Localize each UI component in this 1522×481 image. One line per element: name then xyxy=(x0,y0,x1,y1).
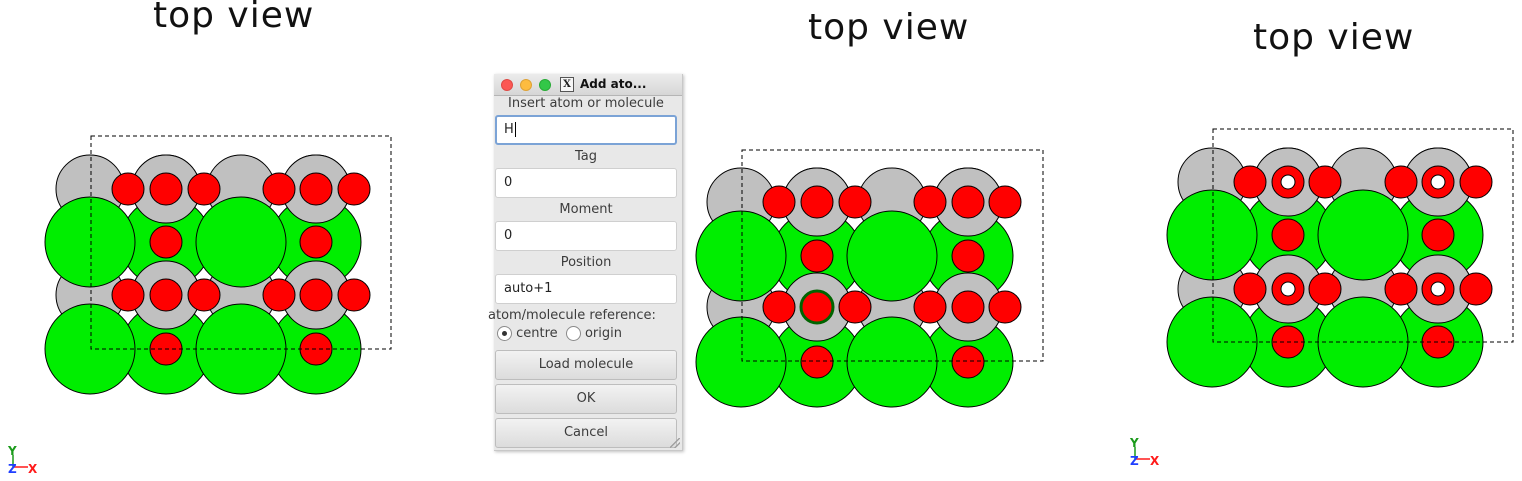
green-atom xyxy=(1166,189,1258,281)
dialog-titlebar[interactable]: X Add ato... xyxy=(494,74,682,96)
white-atom xyxy=(1430,281,1446,297)
green-atom xyxy=(1166,296,1258,388)
z-axis-label: Z xyxy=(1130,454,1139,468)
red-atom xyxy=(1233,272,1267,306)
tag-input-value: 0 xyxy=(504,175,513,190)
ok-button[interactable]: OK xyxy=(495,384,677,414)
position-label: Position xyxy=(560,255,612,270)
red-atom xyxy=(1271,218,1305,252)
white-atom xyxy=(1280,174,1296,190)
moment-input[interactable]: 0 xyxy=(495,221,677,251)
radio-origin-label[interactable]: origin xyxy=(585,326,622,341)
reference-label: atom/molecule reference: xyxy=(488,308,656,323)
position-input-value: auto+1 xyxy=(504,281,553,296)
radio-centre-label[interactable]: centre xyxy=(516,326,558,341)
minimize-icon[interactable] xyxy=(520,79,532,91)
tag-input[interactable]: 0 xyxy=(495,168,677,198)
reference-radio-group: centre origin xyxy=(494,326,682,346)
red-atom xyxy=(1384,165,1418,199)
resize-grip-icon[interactable] xyxy=(670,438,680,448)
left-axes-indicator: Y Z X xyxy=(4,442,44,478)
tag-label: Tag xyxy=(574,149,597,164)
red-atom xyxy=(1421,218,1455,252)
insert-input[interactable]: H xyxy=(495,115,677,145)
red-atom xyxy=(1308,272,1342,306)
moment-label: Moment xyxy=(559,202,613,217)
green-atom xyxy=(1317,189,1409,281)
right-atom-canvas[interactable] xyxy=(0,0,1522,430)
white-atom xyxy=(1430,174,1446,190)
red-atom xyxy=(1459,165,1493,199)
red-atom xyxy=(1308,165,1342,199)
red-atom xyxy=(1384,272,1418,306)
radio-origin[interactable] xyxy=(565,326,581,341)
x11-app-icon: X xyxy=(560,77,574,92)
z-axis-label: Z xyxy=(8,462,17,476)
dialog-title: Add ato... xyxy=(580,77,647,91)
radio-centre[interactable] xyxy=(497,326,512,341)
x-axis-label: X xyxy=(1150,454,1160,468)
maximize-icon[interactable] xyxy=(539,79,551,91)
insert-input-value: H xyxy=(504,122,514,137)
white-atom xyxy=(1280,281,1296,297)
insert-label: Insert atom or molecule xyxy=(508,96,664,111)
add-atoms-dialog[interactable]: X Add ato... Insert atom or molecule H T… xyxy=(488,74,683,451)
moment-input-value: 0 xyxy=(504,228,513,243)
x-axis-label: X xyxy=(28,462,38,476)
red-atom xyxy=(1459,272,1493,306)
text-caret xyxy=(514,122,516,137)
red-atom xyxy=(1233,165,1267,199)
position-input[interactable]: auto+1 xyxy=(495,274,677,304)
y-axis-label: Y xyxy=(7,444,17,458)
close-icon[interactable] xyxy=(501,79,513,91)
load-molecule-button[interactable]: Load molecule xyxy=(495,350,677,380)
cancel-button[interactable]: Cancel xyxy=(495,418,677,448)
right-axes-indicator: Y Z X xyxy=(1126,434,1166,470)
y-axis-label: Y xyxy=(1129,436,1139,450)
